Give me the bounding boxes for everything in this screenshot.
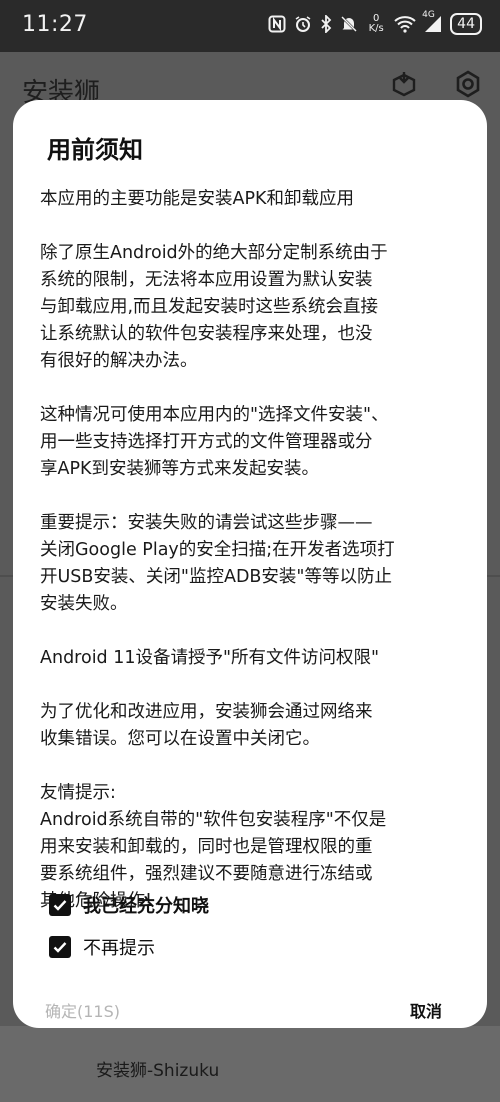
app-bottom-bar [0, 1026, 500, 1102]
settings-icon [453, 69, 483, 103]
checkmark-icon [53, 900, 67, 911]
dialog-paragraph: 本应用的主要功能是安装APK和卸载应用 [40, 189, 354, 209]
net-speed: 0 K/s [366, 12, 386, 36]
notice-dialog: 用前须知 本应用的主要功能是安装APK和卸载应用 除了原生Android外的绝大… [13, 100, 487, 1028]
package-icon [390, 70, 418, 102]
cancel-button[interactable]: 取消 [410, 998, 442, 1022]
dialog-paragraph: 为了优化和改进应用，安装狮会通过网络来 收集错误。您可以在设置中关闭它。 [40, 702, 373, 749]
settings-button[interactable] [450, 68, 486, 104]
understood-checkbox-row[interactable]: 我已经充分知晓 [49, 890, 209, 920]
understood-label: 我已经充分知晓 [83, 896, 209, 917]
net-speed-unit: K/s [368, 23, 384, 34]
checkmark-icon [53, 942, 67, 953]
understood-checkbox[interactable] [49, 894, 71, 916]
dialog-body: 本应用的主要功能是安装APK和卸载应用 除了原生Android外的绝大部分定制系… [40, 186, 468, 915]
signal-icon: 4G [422, 10, 442, 36]
dialog-paragraph: Android 11设备请授予"所有文件访问权限" [40, 648, 380, 668]
signal-label: 4G [422, 10, 435, 20]
package-button[interactable] [386, 68, 422, 104]
bluetooth-icon [320, 12, 332, 36]
dont-remind-checkbox[interactable] [49, 936, 71, 958]
wifi-icon [394, 12, 416, 36]
app-bottom-label[interactable]: 安装狮-Shizuku [96, 1056, 219, 1081]
status-bar: 11:27 0 K/s 4G 44 [0, 0, 500, 52]
dialog-paragraph: 这种情况可使用本应用内的"选择文件安装"、 用一些支持选择打开方式的文件管理器或… [40, 405, 389, 479]
confirm-button[interactable]: 确定(11S) [45, 998, 120, 1022]
battery-indicator: 44 [450, 13, 482, 35]
status-icons: 0 K/s 4G 44 [268, 10, 482, 36]
nfc-icon [268, 12, 286, 36]
dont-remind-checkbox-row[interactable]: 不再提示 [49, 932, 155, 962]
alarm-icon [294, 12, 312, 36]
battery-level: 44 [457, 16, 475, 32]
mute-icon [340, 12, 358, 36]
dialog-paragraph: 除了原生Android外的绝大部分定制系统由于 系统的限制，无法将本应用设置为默… [40, 243, 388, 371]
dialog-paragraph: 重要提示：安装失败的请尝试这些步骤—— 关闭Google Play的安全扫描;在… [40, 513, 395, 614]
dialog-title: 用前须知 [47, 136, 143, 164]
status-time: 11:27 [22, 12, 88, 37]
dont-remind-label: 不再提示 [83, 938, 155, 959]
